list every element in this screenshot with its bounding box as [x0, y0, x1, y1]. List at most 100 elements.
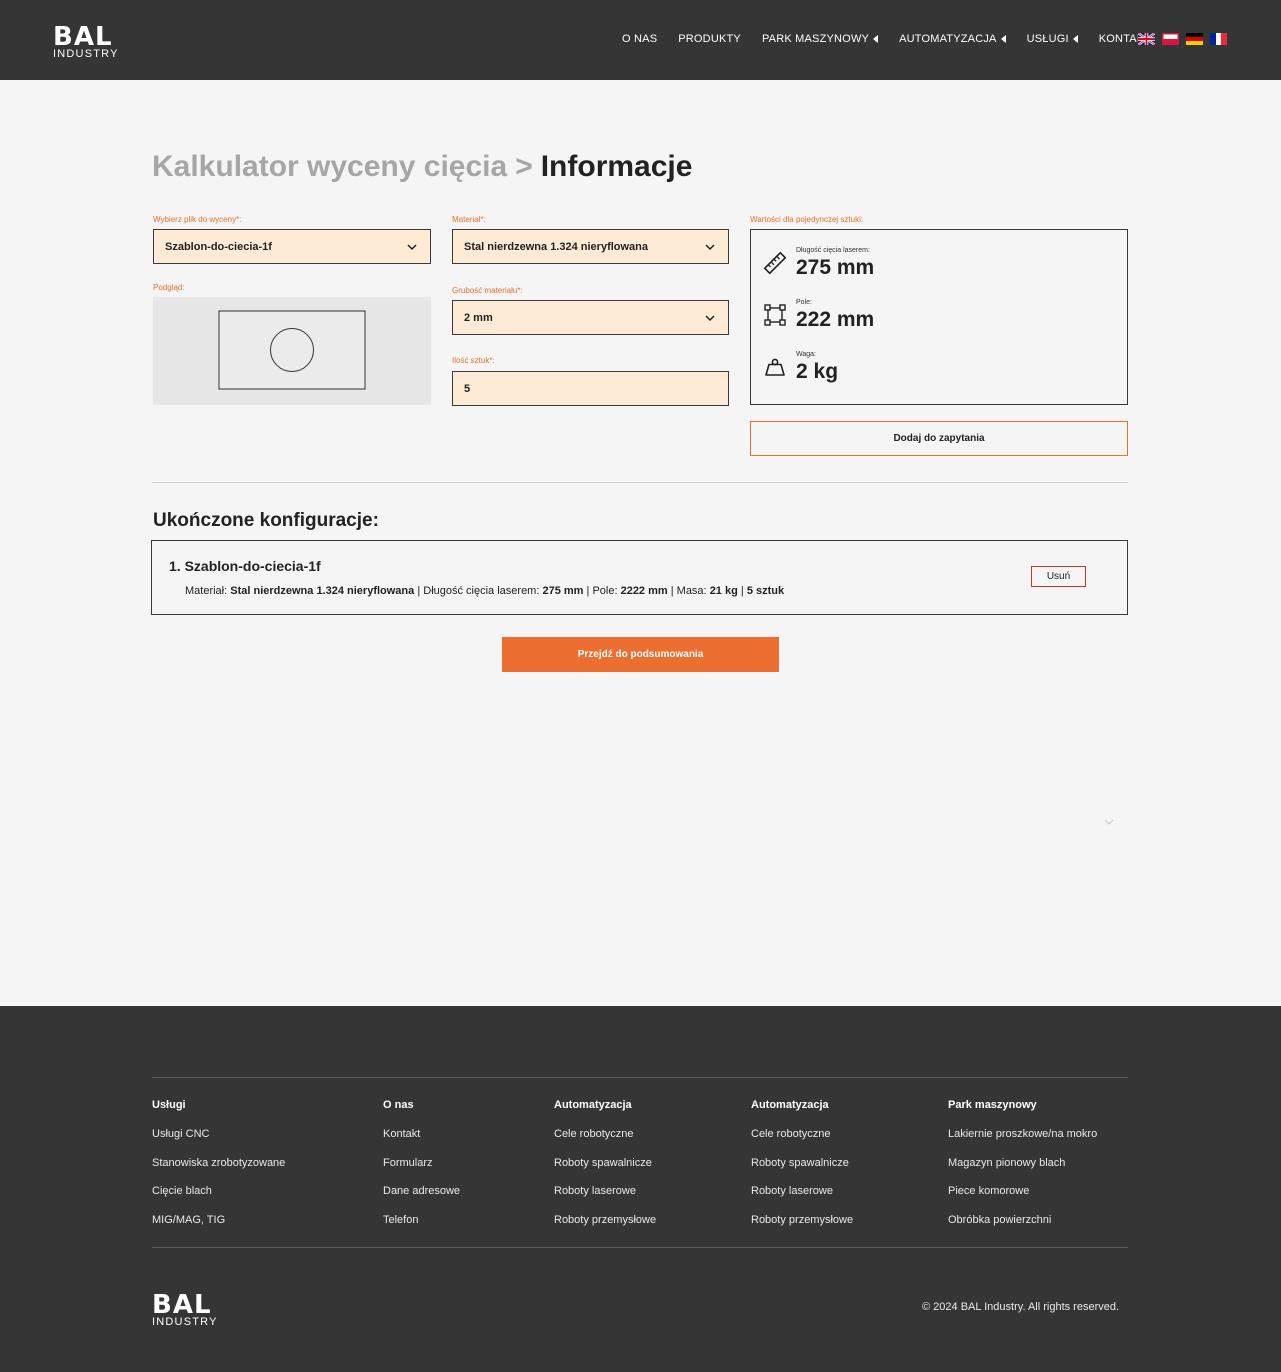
area-frame-icon: [764, 304, 786, 326]
thickness-select[interactable]: 2 mm: [452, 300, 729, 335]
nav-label: USŁUGI: [1026, 33, 1069, 45]
footer-link[interactable]: MIG/MAG, TIG: [152, 1214, 285, 1243]
nav-label: O NAS: [622, 33, 658, 45]
footer-column-automatyzacja: Automatyzacja Cele robotyczne Roboty spa…: [554, 1099, 656, 1243]
footer-link[interactable]: Magazyn pionowy blach: [948, 1157, 1097, 1186]
footer-column-title: Park maszynowy: [948, 1099, 1037, 1111]
footer-link[interactable]: Stanowiska zrobotyzowane: [152, 1157, 285, 1186]
footer-divider-bottom: [152, 1247, 1128, 1248]
area-label: Pole:: [796, 299, 812, 306]
footer-link[interactable]: Telefon: [383, 1214, 460, 1243]
file-select[interactable]: Szablon-do-ciecia-1f: [153, 229, 431, 264]
detail-separator: |: [670, 585, 674, 597]
footer-column-o-nas: O nas Kontakt Formularz Dane adresowe Te…: [383, 1099, 460, 1243]
footer-link[interactable]: Cele robotyczne: [554, 1128, 656, 1157]
footer-column-title: O nas: [383, 1099, 414, 1111]
footer-link[interactable]: Cele robotyczne: [751, 1128, 853, 1157]
file-select-value: Szablon-do-ciecia-1f: [165, 240, 272, 253]
footer-link[interactable]: Roboty laserowe: [751, 1185, 853, 1214]
area-row: Pole: 222 mm: [763, 299, 874, 332]
caret-left-icon: [873, 35, 879, 43]
header-logo[interactable]: BAL INDUSTRY: [53, 24, 119, 60]
template-preview-image: [218, 310, 366, 390]
nav-item-o-nas[interactable]: O NAS: [622, 33, 657, 45]
section-divider: [152, 482, 1128, 483]
caret-left-icon: [1072, 35, 1078, 43]
chevron-down-icon: [407, 244, 417, 251]
footer-link[interactable]: Cięcie blach: [152, 1185, 285, 1214]
footer-link[interactable]: Roboty przemysłowe: [554, 1214, 656, 1243]
config-item: 1. Szablon-do-ciecia-1f Materiał: Stal n…: [151, 540, 1128, 615]
values-panel: Długość cięcia laserem: 275 mm Pole: 222…: [750, 229, 1128, 405]
footer-column-title: Usługi: [152, 1099, 186, 1111]
detail-label: Długość cięcia laserem:: [423, 585, 540, 597]
caret-left-icon: [1000, 35, 1006, 43]
detail-separator: |: [586, 585, 590, 597]
material-label: Materiał*:: [452, 215, 486, 224]
weight-value: 2 kg: [796, 360, 839, 383]
add-to-request-button[interactable]: Dodaj do zapytania: [750, 421, 1128, 456]
footer-link[interactable]: Dane adresowe: [383, 1185, 460, 1214]
nav-label: PRODUKTY: [678, 33, 741, 45]
detail-count-value: 5 sztuk: [746, 585, 785, 597]
material-select-value: Stal nierdzewna 1.324 nieryflowana: [464, 240, 649, 253]
breadcrumb-calculator[interactable]: Kalkulator wyceny cięcia: [152, 150, 507, 183]
chevron-down-icon: [705, 244, 715, 251]
footer-logo[interactable]: BAL INDUSTRY: [152, 1292, 218, 1328]
footer-column-park-maszynowy: Park maszynowy Lakiernie proszkowe/na mo…: [948, 1099, 1097, 1243]
material-select[interactable]: Stal nierdzewna 1.324 nieryflowana: [452, 229, 729, 264]
nav-item-park-maszynowy[interactable]: PARK MASZYNOWY: [761, 33, 879, 45]
logo-text-industry: INDUSTRY: [152, 1316, 218, 1328]
thickness-label: Grubość materiału*:: [452, 286, 523, 295]
laser-length-value: 275 mm: [796, 256, 875, 279]
go-to-summary-button[interactable]: Przejdź do podsumowania: [502, 637, 779, 672]
site-header: BAL INDUSTRY O NAS PRODUKTY PARK MASZYNO…: [0, 0, 1281, 80]
france-flag-icon[interactable]: [1210, 33, 1227, 45]
detail-label: Masa:: [676, 585, 707, 597]
footer-link[interactable]: Usługi CNC: [152, 1128, 285, 1157]
breadcrumb-current: Informacje: [540, 150, 693, 183]
quantity-input[interactable]: 5: [452, 371, 729, 406]
remove-config-button[interactable]: Usuń: [1031, 566, 1086, 587]
footer-link[interactable]: Roboty spawalnicze: [751, 1157, 853, 1186]
footer-link[interactable]: Kontakt: [383, 1128, 460, 1157]
germany-flag-icon[interactable]: [1186, 33, 1203, 45]
nav-item-uslugi[interactable]: USŁUGI: [1027, 33, 1078, 45]
area-value: 222 mm: [796, 308, 875, 331]
nav-item-produkty[interactable]: PRODUKTY: [678, 33, 741, 45]
logo-text-industry: INDUSTRY: [53, 48, 119, 60]
footer-link[interactable]: Roboty laserowe: [554, 1185, 656, 1214]
footer-link[interactable]: Lakiernie proszkowe/na mokro: [948, 1128, 1097, 1157]
footer-link[interactable]: Obróbka powierzchni: [948, 1214, 1097, 1243]
nav-label: PARK MASZYNOWY: [761, 33, 870, 45]
nav-item-automatyzacja[interactable]: AUTOMATYZACJA: [899, 33, 1006, 45]
footer-link[interactable]: Roboty przemysłowe: [751, 1214, 853, 1243]
detail-label: Materiał:: [185, 585, 228, 597]
page-title: Kalkulator wyceny cięcia > Informacje: [152, 150, 692, 184]
detail-separator: |: [740, 585, 744, 597]
laser-length-row: Długość cięcia laserem: 275 mm: [763, 247, 874, 280]
breadcrumb-separator: >: [515, 150, 533, 183]
footer-link[interactable]: Piece komorowe: [948, 1185, 1097, 1214]
quantity-label: Ilość sztuk*:: [452, 356, 495, 365]
weight-row: Waga: 2 kg: [763, 351, 838, 384]
values-heading: Wartości dla pojedynczej sztuki:: [750, 215, 864, 224]
poland-flag-icon[interactable]: [1162, 33, 1179, 45]
copyright-text: © 2024 BAL Industry. All rights reserved…: [922, 1301, 1120, 1313]
detail-length-value: 275 mm: [542, 585, 584, 597]
uk-flag-icon[interactable]: [1138, 33, 1155, 45]
footer-link[interactable]: Formularz: [383, 1157, 460, 1186]
weight-label: Waga:: [796, 351, 816, 358]
ruler-icon: [763, 251, 787, 275]
laser-length-label: Długość cięcia laserem:: [796, 247, 870, 254]
footer-link[interactable]: Roboty spawalnicze: [554, 1157, 656, 1186]
config-item-details: Materiał: Stal nierdzewna 1.324 nieryflo…: [185, 585, 784, 597]
footer-column-uslugi: Usługi Usługi CNC Stanowiska zrobotyzowa…: [152, 1099, 285, 1243]
file-select-label: Wybierz plik do wyceny*:: [153, 215, 242, 224]
logo-text-bal: BAL: [53, 22, 113, 52]
detail-area-value: 2222 mm: [620, 585, 668, 597]
completed-configs-title: Ukończone konfiguracje:: [153, 510, 379, 531]
detail-separator: |: [417, 585, 421, 597]
language-switcher: [1138, 33, 1227, 45]
chevron-down-icon[interactable]: [1104, 818, 1114, 826]
